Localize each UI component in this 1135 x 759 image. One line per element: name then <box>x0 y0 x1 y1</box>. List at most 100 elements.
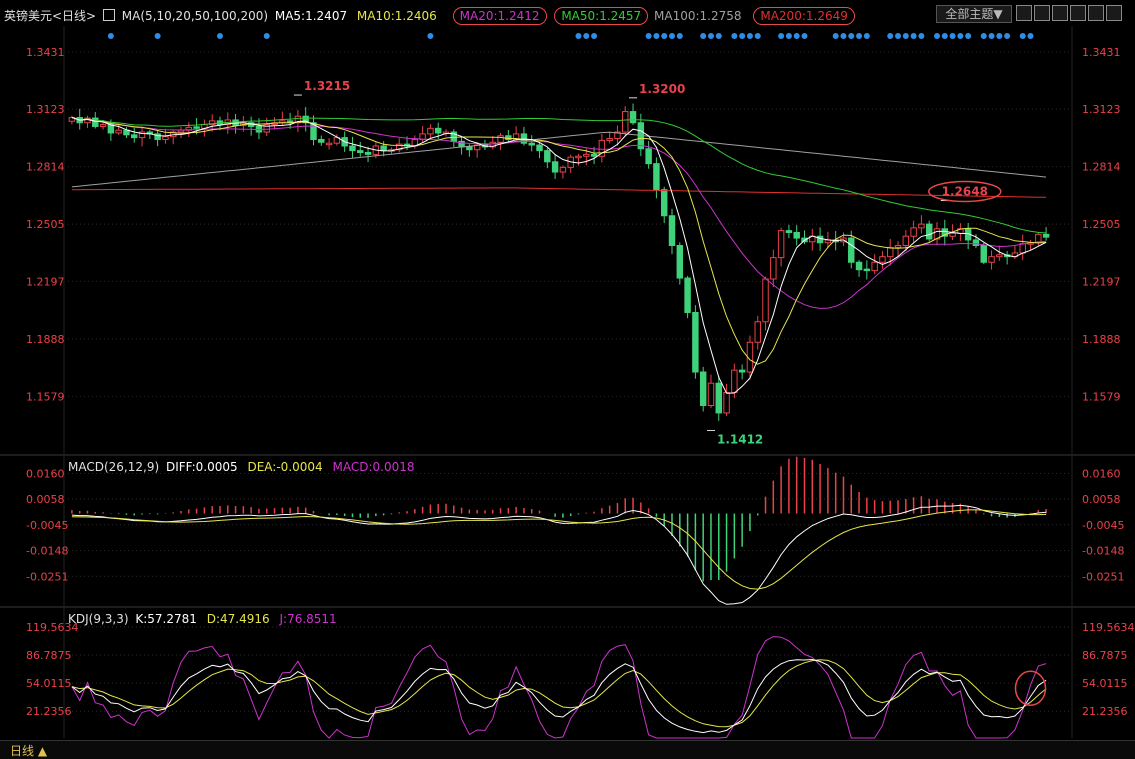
price-tick-left: 1.2505 <box>26 218 65 231</box>
signal-dot <box>739 33 746 39</box>
chart-canvas[interactable]: 1.3431 1.3431 1.3123 1.3123 1.2814 1.2814 1.25… <box>0 0 1135 758</box>
candle-body <box>894 245 902 248</box>
dea-value: DEA:-0.0004 <box>247 460 323 474</box>
j-line <box>71 636 1047 739</box>
signal-dot <box>107 33 114 39</box>
signal-dot <box>840 33 847 39</box>
candle-body <box>754 321 761 343</box>
candle-body <box>1042 233 1050 238</box>
signal-dot <box>965 33 972 39</box>
candle-body <box>466 146 473 151</box>
candle-body <box>551 161 559 173</box>
candle-body <box>622 111 629 133</box>
macd-tick-right: -0.0251 <box>1082 570 1124 583</box>
signal-dot <box>801 33 808 39</box>
macd-tick-right: 0.0058 <box>1082 493 1121 506</box>
candle-body <box>653 163 660 191</box>
candle-body <box>575 155 582 159</box>
candle-body <box>123 129 130 136</box>
signal-dot <box>591 33 598 39</box>
macd-tick-left: -0.0148 <box>26 545 68 558</box>
signal-dot <box>887 33 894 39</box>
candle-body <box>793 231 800 239</box>
candle-body <box>660 189 668 217</box>
candle-body <box>629 111 637 124</box>
theme-dropdown-button[interactable]: 全部主题▼ <box>936 5 1012 23</box>
signal-dot <box>895 33 902 39</box>
ma10-value: MA10:1.2406 <box>356 9 437 23</box>
diff-value: DIFF:0.0005 <box>165 460 238 474</box>
ma-line-ma50 <box>71 117 1047 234</box>
signal-dot <box>731 33 738 39</box>
signal-dot <box>996 33 1003 39</box>
maximize-icon[interactable] <box>1088 5 1104 21</box>
price-tick-left: 1.2814 <box>26 161 65 174</box>
chart-icon[interactable] <box>102 9 115 21</box>
candle-body <box>692 311 699 373</box>
period-tab[interactable]: 日线 ▲ <box>10 742 47 759</box>
signal-dot <box>661 33 668 39</box>
candle-body <box>92 117 99 127</box>
candle-body <box>544 150 551 163</box>
candle-body <box>162 136 169 140</box>
candle-body <box>738 369 746 373</box>
signal-dot <box>707 33 714 39</box>
macd-histogram <box>71 456 1047 582</box>
candle-body <box>645 148 652 165</box>
signal-dot <box>988 33 995 39</box>
price-tick-left: 1.1579 <box>26 390 65 403</box>
candle-body <box>364 151 372 155</box>
signal-dot <box>941 33 948 39</box>
kdj-tick-right: 119.5634 <box>1082 621 1135 634</box>
price-tick-right: 1.2505 <box>1082 218 1121 231</box>
candle-body <box>918 223 925 229</box>
kdj-tick-right: 54.0115 <box>1082 677 1128 690</box>
kdj-tick-left: 86.7875 <box>26 649 72 662</box>
price-annotation: 1.1412 <box>717 432 763 446</box>
symbol-title: 英镑美元<日线> <box>4 9 97 23</box>
kdj-legend: KDJ(9,3,3) K:57.2781 D:47.4916 J:76.8511 <box>68 612 337 626</box>
kdj-tick-right: 86.7875 <box>1082 649 1128 662</box>
macd-tick-right: 0.0160 <box>1082 468 1121 481</box>
ma50-value: MA50:1.2457 <box>554 7 649 25</box>
signal-dot <box>933 33 940 39</box>
signal-dot <box>583 33 590 39</box>
candle-body <box>1019 243 1026 254</box>
kdj-params-label: KDJ(9,3,3) <box>68 612 129 626</box>
price-tick-right: 1.2814 <box>1082 161 1121 174</box>
candle-body <box>536 144 543 152</box>
candle-body <box>980 245 987 263</box>
candle-body <box>668 215 676 247</box>
macd-tick-left: 0.0160 <box>26 468 65 481</box>
window-icon[interactable] <box>1070 5 1086 21</box>
candle-body <box>972 239 980 247</box>
candle-body <box>777 230 785 259</box>
macd-tick-right: -0.0148 <box>1082 545 1124 558</box>
macd-value: MACD:0.0018 <box>332 460 415 474</box>
signal-dot <box>669 33 676 39</box>
macd-tick-left: -0.0045 <box>26 519 68 532</box>
bottom-bar: 日线 ▲ <box>0 740 1135 759</box>
ma20-value: MA20:1.2412 <box>452 7 547 25</box>
signal-dot <box>1004 33 1011 39</box>
candle-body <box>770 257 777 280</box>
candle-body <box>848 237 855 263</box>
candle-body <box>115 129 122 134</box>
layout-icon[interactable] <box>1016 5 1032 21</box>
candles <box>68 103 1050 421</box>
signal-dot <box>1027 33 1034 39</box>
macd-tick-left: 0.0058 <box>26 493 65 506</box>
candle-body <box>910 227 917 237</box>
candle-body <box>925 223 933 240</box>
close-icon[interactable] <box>1106 5 1122 21</box>
candle-body <box>887 246 894 258</box>
price-annotation: 1.2648 <box>942 185 988 199</box>
stats-icon[interactable] <box>1034 5 1050 21</box>
candle-body <box>590 153 598 157</box>
settings-icon[interactable] <box>1052 5 1068 21</box>
signal-dot <box>918 33 925 39</box>
k-line <box>71 658 1047 734</box>
candle-body <box>318 138 325 143</box>
macd-tick-right: -0.0045 <box>1082 519 1124 532</box>
j-value: J:76.8511 <box>279 612 337 626</box>
